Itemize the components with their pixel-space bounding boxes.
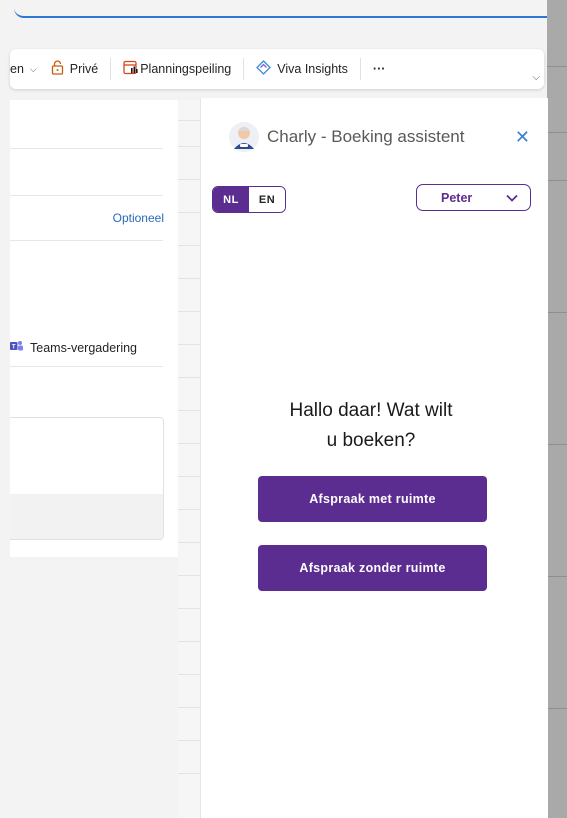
chevron-down-icon: ⌵	[29, 63, 37, 74]
meeting-body-editor[interactable]	[10, 417, 164, 540]
appointment-without-room-button[interactable]: Afspraak zonder ruimte	[258, 545, 487, 591]
optional-link[interactable]: Optioneel	[113, 211, 164, 225]
teams-meeting-label: Teams-vergadering	[30, 340, 137, 355]
truncated-dropdown-label: en	[10, 62, 24, 76]
private-button[interactable]: Privé	[49, 49, 110, 89]
appointment-with-room-label: Afspraak met ruimte	[309, 492, 436, 506]
lock-icon	[51, 60, 64, 78]
planning-poll-label: Planningspeiling	[140, 62, 232, 76]
meeting-ribbon: en ⌵ Privé Planningspeiling Viva Insight…	[10, 49, 544, 89]
chevron-down-icon	[506, 194, 518, 202]
background-calendar-strip	[547, 0, 567, 818]
form-divider	[10, 148, 163, 149]
user-select-value: Peter	[441, 190, 473, 205]
user-select[interactable]: Peter	[416, 184, 531, 211]
greeting-text: Hallo daar! Wat wilt u boeken?	[251, 396, 491, 456]
private-label: Privé	[69, 62, 99, 76]
teams-icon: T	[10, 340, 23, 355]
editor-footer	[10, 494, 163, 539]
greeting-line-1: Hallo daar! Wat wilt	[289, 400, 453, 421]
lang-en-button[interactable]: EN	[249, 187, 285, 212]
poll-icon	[123, 60, 138, 78]
viva-insights-button[interactable]: Viva Insights	[244, 49, 360, 89]
form-divider	[10, 240, 163, 241]
calendar-grid-column	[178, 100, 200, 818]
appointment-with-room-button[interactable]: Afspraak met ruimte	[258, 476, 487, 522]
viva-insights-icon	[256, 60, 272, 78]
viva-insights-label: Viva Insights	[277, 62, 348, 76]
ribbon-expand-chevron-icon[interactable]: ⌵	[532, 72, 540, 83]
lang-nl-button[interactable]: NL	[213, 187, 249, 212]
panel-title: Charly - Boeking assistent	[267, 127, 465, 146]
close-icon[interactable]: ✕	[515, 127, 530, 148]
truncated-dropdown[interactable]: en ⌵	[10, 49, 49, 89]
teams-meeting-toggle[interactable]: T Teams-vergadering	[10, 340, 170, 355]
charly-avatar-icon	[229, 122, 259, 152]
window-top-edge	[14, 0, 547, 18]
panel-header: Charly - Boeking assistent ✕	[229, 122, 530, 152]
form-divider	[10, 195, 163, 196]
planning-poll-button[interactable]: Planningspeiling	[111, 49, 243, 89]
language-toggle: NL EN	[212, 186, 286, 213]
more-options-button[interactable]: ···	[361, 49, 398, 89]
form-divider	[10, 366, 163, 367]
svg-text:T: T	[12, 344, 16, 350]
meeting-form: Optioneel T Teams-vergadering	[10, 100, 178, 557]
appointment-without-room-label: Afspraak zonder ruimte	[299, 561, 446, 575]
booking-assistant-panel: Charly - Boeking assistent ✕ NL EN Peter…	[200, 98, 548, 818]
greeting-line-2: u boeken?	[326, 430, 416, 451]
more-icon: ···	[372, 62, 386, 76]
